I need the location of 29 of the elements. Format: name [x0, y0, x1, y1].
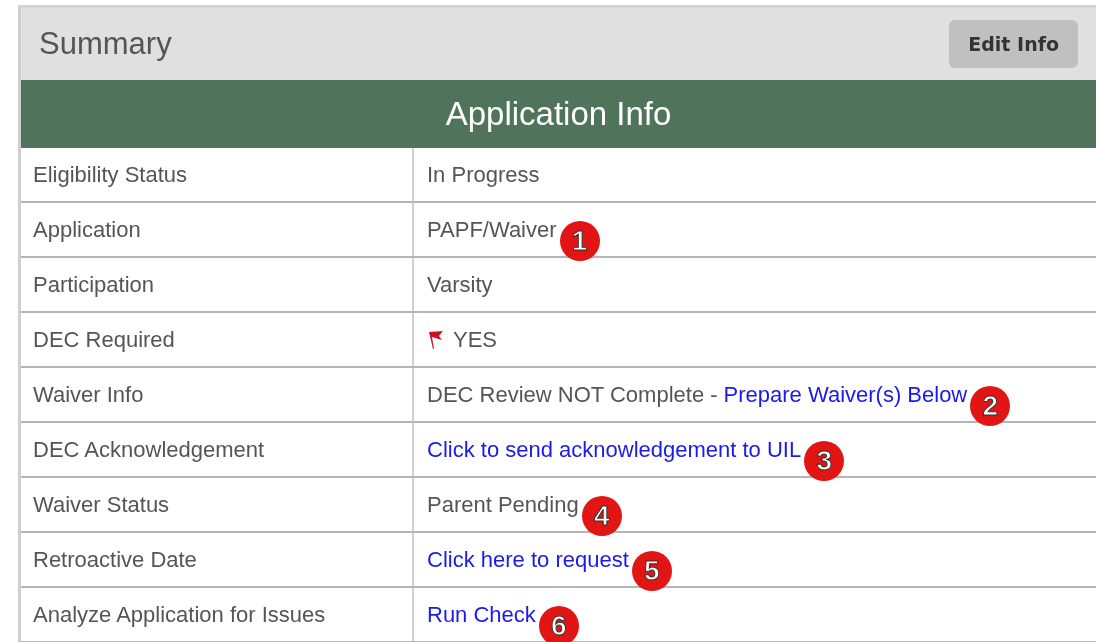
field-label: Application: [21, 203, 414, 256]
field-label: DEC Acknowledgement: [21, 423, 414, 476]
summary-title: Summary: [39, 26, 172, 62]
number-badge: 6: [538, 605, 579, 642]
number-badge: 3: [804, 440, 845, 481]
action-link[interactable]: Click here to request: [427, 546, 629, 573]
action-link[interactable]: Run Check: [427, 601, 536, 628]
field-label: Participation: [21, 258, 414, 311]
number-badge: 5: [631, 550, 672, 591]
field-value: Parent Pending: [427, 491, 579, 518]
field-label: Analyze Application for Issues: [21, 588, 414, 641]
field-label: Retroactive Date: [21, 533, 414, 586]
field-value: In Progress: [427, 161, 540, 188]
section-title: Application Info: [445, 95, 672, 133]
action-link[interactable]: Prepare Waiver(s) Below: [723, 381, 968, 408]
field-label: Eligibility Status: [21, 148, 414, 201]
number-badge: 2: [970, 385, 1011, 426]
edit-info-button[interactable]: Edit Info: [949, 20, 1078, 68]
field-label: Waiver Status: [21, 478, 414, 531]
action-link[interactable]: Click to send acknowledgement to UIL: [427, 436, 802, 463]
number-badge: 1: [559, 220, 600, 261]
field-value: Varsity: [427, 271, 493, 298]
field-value: YES: [453, 326, 498, 353]
field-label: Waiver Info: [21, 368, 414, 421]
field-value: DEC Review NOT Complete -: [427, 381, 718, 408]
flag-icon: [427, 328, 445, 351]
number-badge: 4: [581, 495, 622, 536]
field-label: DEC Required: [21, 313, 414, 366]
field-value: PAPF/Waiver: [427, 216, 557, 243]
